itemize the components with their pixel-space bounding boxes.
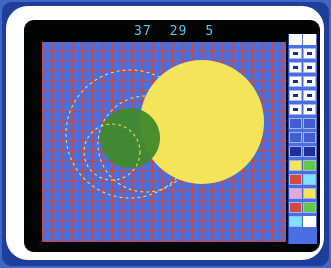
tool-slot[interactable]: [303, 132, 316, 143]
readout-value-1: 37: [134, 23, 152, 39]
readout-value-2: 29: [169, 23, 188, 39]
tool-slot[interactable]: [303, 118, 316, 129]
color-swatch-cyan[interactable]: [303, 174, 316, 185]
green-filled-circle: [100, 108, 160, 168]
monitor-screen: 37 29 5: [24, 20, 320, 252]
color-swatch-red[interactable]: [289, 174, 302, 185]
line-tool-icon[interactable]: [289, 62, 302, 73]
color-swatch-red-2[interactable]: [289, 202, 302, 213]
color-swatch-green[interactable]: [303, 160, 316, 171]
tool-slot[interactable]: [289, 146, 302, 157]
tool-slot[interactable]: [289, 132, 302, 143]
brush-tool-icon[interactable]: [289, 48, 302, 59]
color-swatch-yellow-2[interactable]: [303, 188, 316, 199]
yellow-filled-circle: [140, 60, 264, 184]
tool-palette: [288, 34, 317, 244]
tool-slot[interactable]: [289, 34, 302, 45]
color-swatch-green-2[interactable]: [303, 202, 316, 213]
eraser-tool-icon[interactable]: [303, 90, 316, 101]
drawing-canvas[interactable]: [42, 42, 286, 242]
monitor-bezel: 37 29 5: [6, 6, 324, 260]
grid-tool-icon[interactable]: [303, 104, 316, 115]
pencil-tool-icon[interactable]: [303, 48, 316, 59]
circle-tool-icon[interactable]: [289, 76, 302, 87]
color-swatch-yellow[interactable]: [289, 160, 302, 171]
text-tool-icon[interactable]: [289, 90, 302, 101]
tool-slot[interactable]: [303, 146, 316, 157]
fill-tool-icon[interactable]: [303, 76, 316, 87]
color-swatch-pink[interactable]: [289, 188, 302, 199]
tool-slot[interactable]: [303, 216, 316, 227]
coordinate-readout: 37 29 5: [134, 22, 284, 40]
photo-frame: 37 29 5: [2, 2, 329, 266]
readout-value-3: 5: [205, 23, 215, 39]
color-swatch-cyan-2[interactable]: [289, 216, 302, 227]
tool-slot[interactable]: [303, 34, 316, 45]
tool-slot[interactable]: [289, 118, 302, 129]
zoom-tool-icon[interactable]: [289, 104, 302, 115]
canvas-shapes: [65, 60, 264, 199]
rectangle-tool-icon[interactable]: [303, 62, 316, 73]
